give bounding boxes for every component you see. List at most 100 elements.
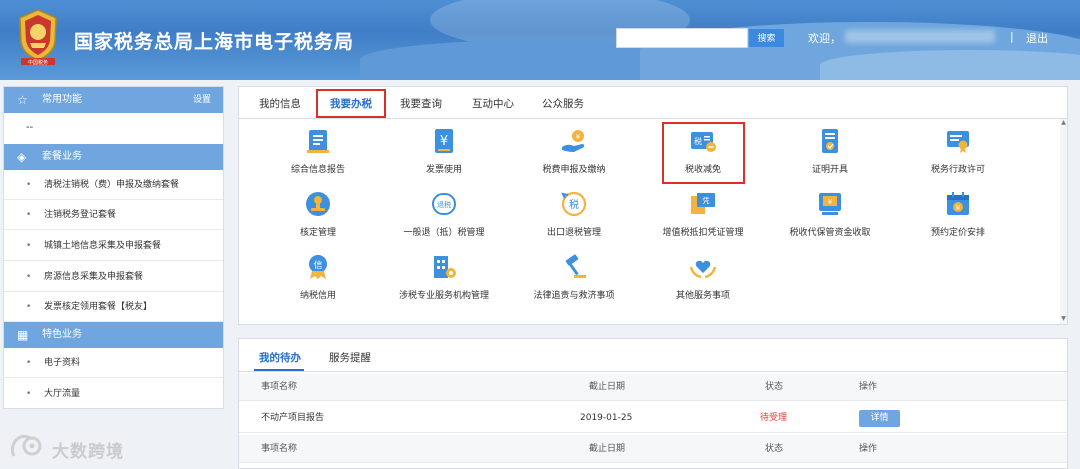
site-header: 中国税务 国家税务总局上海市电子税务局 搜索 欢迎， | 退出 [0,0,1080,80]
credit-medal-icon: 信 [309,255,327,279]
user-name-redacted [845,30,995,43]
sidebar-item-label: 大厅流量 [44,389,81,399]
column-header: 截止日期 [589,382,626,392]
service-agency[interactable]: 涉税专业服务机构管理 [374,253,514,301]
scrollbar[interactable] [1060,119,1067,324]
service-credit[interactable]: 信 纳税信用 [248,253,388,301]
service-label: 增值税抵扣凭证管理 [662,228,744,238]
building-gear-icon [434,256,456,278]
service-assessment[interactable]: 核定管理 [248,190,388,238]
search-input[interactable] [616,28,748,48]
watermark-text: 大数跨境 [52,442,124,462]
sidebar-item[interactable]: • 城镇土地信息采集及申报套餐 [4,231,223,261]
refund-icon: 退税 [432,193,456,215]
service-vat-voucher[interactable]: 凭 增值税抵扣凭证管理 [633,190,773,238]
column-header: 操作 [859,382,878,392]
sidebar-item-label: 房源信息采集及申报套餐 [44,272,144,282]
svg-text:¥: ¥ [956,204,961,212]
sidebar-item[interactable]: • 注销税务登记套餐 [4,200,223,230]
service-label: 法律追责与救济事项 [533,291,615,301]
tab-interaction[interactable]: 互动中心 [472,96,514,111]
grid-icon: ▦ [17,328,29,342]
certificate-icon [822,129,838,153]
calendar-yen-icon: ¥ [947,192,969,215]
packages-header[interactable]: ◈ 套餐业务 [4,144,223,170]
service-label: 税务行政许可 [930,165,985,175]
bullet-icon: • [26,358,32,368]
column-header: 状态 [765,382,784,392]
service-declare[interactable]: ¥ 税费申报及缴纳 [504,127,644,175]
service-invoice[interactable]: ¥ 发票使用 [374,127,514,175]
service-refund[interactable]: 退税 一般退（抵）税管理 [374,190,514,238]
welcome-label: 欢迎， [808,32,841,45]
stamp-icon [306,192,330,216]
column-header: 状态 [765,444,784,454]
watermark: 大数跨境 [8,432,148,464]
sidebar-item-label: 发票核定领用套餐【税友】 [44,302,153,312]
svg-text:中国税务: 中国税务 [28,59,48,66]
bullet-icon: • [26,241,32,251]
sidebar-item[interactable]: • 电子资料 [4,348,223,378]
site-title: 国家税务总局上海市电子税务局 [74,31,355,53]
favorites-header: ☆ 常用功能 设置 [4,87,223,113]
service-legal[interactable]: 法律追责与救济事项 [504,253,644,301]
detail-button[interactable]: 详情 [859,410,900,427]
service-certificate[interactable]: 证明开具 [760,127,900,175]
table-row: 不动产项目报告 2019-01-25 待受理 详情 [239,403,1067,433]
favorites-settings-link[interactable]: 设置 [193,87,211,113]
sidebar-item-label: 注销税务登记套餐 [44,210,117,220]
sidebar-item[interactable]: • 发票核定领用套餐【税友】 [4,292,223,322]
service-pricing[interactable]: ¥ 预约定价安排 [888,190,1028,238]
service-export-refund[interactable]: 税 出口退税管理 [504,190,644,238]
tab-service-reminder[interactable]: 服务提醒 [329,350,371,365]
svg-text:退税: 退税 [437,200,451,209]
gavel-icon [565,254,586,278]
main-tabs: 我的信息 我要办税 我要查询 互动中心 公众服务 [239,87,1067,119]
service-label: 核定管理 [299,228,336,238]
service-license[interactable]: 税务行政许可 [888,127,1028,175]
scroll-up-icon[interactable]: ▲ [1060,119,1067,127]
sidebar-item-label: 清税注销税（费）申报及缴纳套餐 [44,180,180,190]
tab-public-service[interactable]: 公众服务 [542,96,584,111]
todo-status: 待受理 [760,413,788,423]
todo-deadline: 2019-01-25 [580,413,633,423]
column-header: 截止日期 [589,444,626,454]
svg-text:信: 信 [313,259,322,271]
todo-name: 不动产项目报告 [261,413,325,423]
tax-emblem-icon: 中国税务 [19,9,57,66]
todo-panel: 我的待办 服务提醒 事项名称 截止日期 状态 操作 不动产项目报告 2019-0… [238,338,1068,469]
column-header: 操作 [859,444,878,454]
report-icon [307,130,329,153]
column-header: 事项名称 [261,382,298,392]
service-label: 纳税信用 [299,291,336,301]
search-button[interactable]: 搜索 [748,28,785,48]
invoice-yen-icon: ¥ [435,129,453,153]
service-label: 预约定价安排 [930,228,985,238]
service-other[interactable]: 其他服务事项 [633,253,773,301]
tab-my-info[interactable]: 我的信息 [259,96,301,111]
scroll-down-icon[interactable]: ▼ [1060,315,1067,323]
bullet-icon: • [26,272,32,282]
heart-hands-icon [689,260,717,279]
service-fund-custody[interactable]: ¥ 税收代保管资金收取 [760,190,900,238]
table-header: 事项名称 截止日期 状态 操作 [239,435,1067,463]
tab-query[interactable]: 我要查询 [400,96,442,111]
table-header: 事项名称 截止日期 状态 操作 [239,373,1067,401]
tab-my-todo[interactable]: 我的待办 [259,350,301,365]
logout-link[interactable]: 退出 [1026,30,1048,46]
service-label: 一般退（抵）税管理 [403,228,485,238]
sidebar-item[interactable]: • 房源信息采集及申报套餐 [4,262,223,292]
watermark-logo-icon [10,434,42,457]
service-report[interactable]: 综合信息报告 [248,127,388,175]
sidebar-item[interactable]: • 大厅流量 [4,379,223,409]
svg-text:¥: ¥ [440,134,448,149]
svg-text:¥: ¥ [828,198,833,206]
featured-header[interactable]: ▦ 特色业务 [4,322,223,348]
sidebar-item-label: 城镇土地信息采集及申报套餐 [44,241,162,251]
fund-custody-icon: ¥ [819,193,841,215]
license-badge-icon [947,131,969,153]
bullet-icon: • [26,302,32,312]
service-highlight-box [662,122,745,184]
header-separator: | [1010,30,1014,43]
sidebar-item[interactable]: • 清税注销税（费）申报及缴纳套餐 [4,170,223,200]
